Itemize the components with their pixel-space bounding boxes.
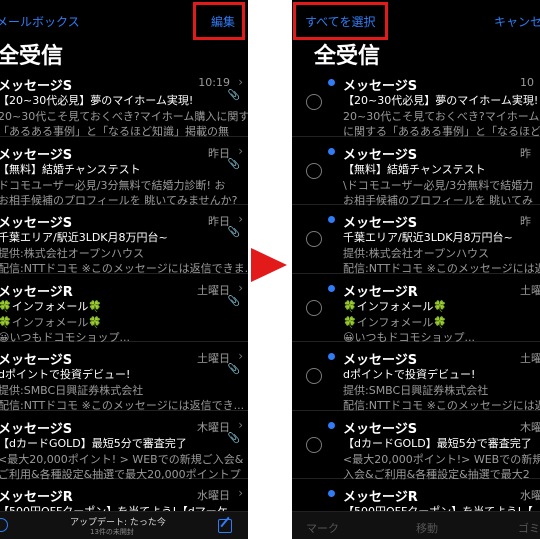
mark-button[interactable]: マーク — [306, 520, 339, 536]
preview-line-1: 提供:SMBC日興証券株式会社 — [343, 384, 489, 397]
highlight-box-select-all — [293, 2, 388, 40]
preview-line-1: 提供:SMBC日興証券株式会社 — [0, 384, 144, 397]
select-radio[interactable] — [306, 94, 322, 110]
preview-line-1: <最大20,000ポイント!> WEBでの新規 — [343, 452, 540, 466]
filter-icon[interactable] — [0, 518, 8, 532]
preview-line-1: 提供:株式会社オープンハウス — [343, 247, 490, 260]
unread-dot-icon — [328, 353, 335, 360]
date: 土曜 — [520, 352, 540, 365]
preview-line-1: 20~30代こそ見ておくべき?マイホーム購入に関 — [343, 110, 540, 123]
page-title: 全受信 — [0, 44, 64, 69]
list-item[interactable]: メッセージS 土曜日 › 📎 dポイントで投資デビュー! 提供:SMBC日興証券… — [0, 342, 248, 412]
subject: dポイントで投資デビュー! — [343, 368, 476, 381]
preview-line-1: <最大20,000ポイント! > WEBでの新規ご入会& — [0, 452, 244, 466]
attachment-icon: 📎 — [227, 90, 240, 101]
list-item[interactable]: メッセージS 土曜 dポイントで投資デビュー! 提供:SMBC日興証券株式会社 … — [292, 342, 540, 412]
highlight-box-edit — [193, 2, 245, 40]
unread-count: 13件の未開封 — [90, 528, 134, 536]
chevron-right-icon: › — [238, 417, 243, 432]
date: 土曜日 — [197, 352, 230, 365]
compose-icon[interactable] — [218, 519, 232, 533]
date: 土曜 — [520, 283, 540, 297]
select-radio[interactable] — [306, 231, 322, 247]
unread-dot-icon — [328, 284, 335, 292]
date: 水曜 — [520, 489, 540, 502]
chevron-right-icon: › — [238, 212, 243, 226]
list-item[interactable]: メッセージS 10 【20~30代必見】夢のマイホーム実現! 20~30代こそ見… — [292, 68, 540, 138]
list-item[interactable]: メッセージS 昨 【無料】結婚チャンステスト \ドコモユーザー必見/3分無料で結… — [292, 137, 540, 207]
preview-line-1: \ドコモユーザー必見/3分無料で結婚力 — [343, 178, 534, 192]
select-radio[interactable] — [306, 368, 322, 384]
subject: 千葉エリア/駅近3LDK月8万円台~ — [343, 231, 513, 244]
list-item[interactable]: メッセージS 昨日 › 📎 【無料】結婚チャンステスト ドコモユーザー必見/3分… — [0, 137, 248, 207]
chevron-right-icon: › — [238, 75, 243, 89]
subject: 🍀インフォメール🍀 — [343, 299, 448, 313]
unread-dot-icon — [328, 79, 335, 86]
back-to-mailboxes-link[interactable]: メールボックス — [0, 13, 80, 30]
date: 10:19 — [198, 76, 230, 89]
list-item[interactable]: メッセージS 10:19 › 📎 【20~30代必見】夢のマイホーム実現! 20… — [0, 68, 248, 138]
date: 昨 — [520, 146, 531, 160]
date: 水曜日 — [197, 489, 230, 502]
unread-dot-icon — [328, 147, 335, 155]
subject: 🍀インフォメール🍀 — [0, 299, 103, 313]
cancel-button[interactable]: キャンセル — [494, 13, 540, 30]
chevron-right-icon: › — [238, 280, 243, 295]
select-radio[interactable] — [306, 299, 322, 316]
subject: 【dカードGOLD】最短5分で審査完了 — [343, 436, 532, 450]
subject: 【dカードGOLD】最短5分で審査完了 — [0, 436, 187, 450]
attachment-icon: 📎 — [227, 158, 240, 170]
edit-toolbar: マーク 移動 ゴミ — [292, 511, 540, 539]
subject: 千葉エリア/駅近3LDK月8万円台~ — [0, 231, 168, 244]
unread-dot-icon — [328, 421, 335, 429]
subject: dポイントで投資デビュー! — [0, 368, 131, 381]
attachment-icon: 📎 — [227, 227, 240, 238]
date: 木曜 — [520, 420, 540, 434]
move-button[interactable]: 移動 — [416, 520, 438, 536]
unread-dot-icon — [328, 490, 335, 497]
select-radio[interactable] — [306, 162, 322, 179]
date: 10 — [520, 76, 534, 89]
attachment-icon: 📎 — [227, 364, 240, 375]
preview-line-1: 20~30代こそ見ておくべき?マイホーム購入に関す — [0, 110, 248, 123]
preview-line-1: 🍀インフォメール🍀 — [343, 315, 448, 329]
list-item[interactable]: メッセージS 昨 千葉エリア/駅近3LDK月8万円台~ 提供:株式会社オープンハ… — [292, 205, 540, 275]
chevron-right-icon: › — [238, 143, 243, 158]
date: 昨 — [520, 215, 531, 228]
list-item[interactable]: メッセージR 土曜日 › 📎 🍀インフォメール🍀 🍀インフォメール🍀 😀いつもド… — [0, 274, 248, 344]
chevron-right-icon: › — [238, 486, 243, 500]
date: 土曜日 — [197, 283, 230, 297]
subject: 【無料】結婚チャンステスト — [343, 162, 486, 176]
attachment-icon: 📎 — [227, 295, 240, 307]
preview-line-1: ドコモユーザー必見/3分無料で結婚力診断! お — [0, 178, 226, 192]
mailbox-view: メールボックス 編集 全受信 メッセージS 10:19 › 📎 【20~30代必… — [0, 0, 248, 539]
subject: 【無料】結婚チャンステスト — [0, 162, 141, 176]
date: 木曜日 — [197, 420, 230, 434]
list-item[interactable]: メッセージS 木曜 【dカードGOLD】最短5分で審査完了 <最大20,000ポ… — [292, 411, 540, 481]
attachment-icon: 📎 — [227, 432, 240, 444]
message-list: メッセージS 10 【20~30代必見】夢のマイホーム実現! 20~30代こそ見… — [292, 68, 540, 539]
chevron-right-icon: › — [238, 349, 243, 363]
subject: 【20~30代必見】夢のマイホーム実現! — [343, 94, 539, 107]
message-list: メッセージS 10:19 › 📎 【20~30代必見】夢のマイホーム実現! 20… — [0, 68, 248, 539]
list-item[interactable]: メッセージS 昨日 › 📎 千葉エリア/駅近3LDK月8万円台~ 提供:株式会社… — [0, 205, 248, 275]
unread-dot-icon — [328, 216, 335, 223]
mailbox-edit-view: すべてを選択 キャンセル 全受信 メッセージS 10 【20~30代必見】夢のマ… — [292, 0, 540, 539]
preview-line-1: 🍀インフォメール🍀 — [0, 315, 103, 329]
subject: 【20~30代必見】夢のマイホーム実現! — [0, 94, 194, 107]
toolbar: アップデート: たった今 13件の未開封 — [0, 511, 248, 539]
trash-button[interactable]: ゴミ — [518, 520, 540, 536]
select-radio[interactable] — [306, 436, 322, 453]
list-item[interactable]: メッセージS 木曜日 › 📎 【dカードGOLD】最短5分で審査完了 <最大20… — [0, 411, 248, 481]
arrow-right-icon — [251, 248, 287, 282]
preview-line-1: 提供:株式会社オープンハウス — [0, 247, 145, 260]
list-item[interactable]: メッセージR 土曜 🍀インフォメール🍀 🍀インフォメール🍀 😀いつもドコモショッ… — [292, 274, 540, 344]
page-title: 全受信 — [314, 44, 381, 69]
